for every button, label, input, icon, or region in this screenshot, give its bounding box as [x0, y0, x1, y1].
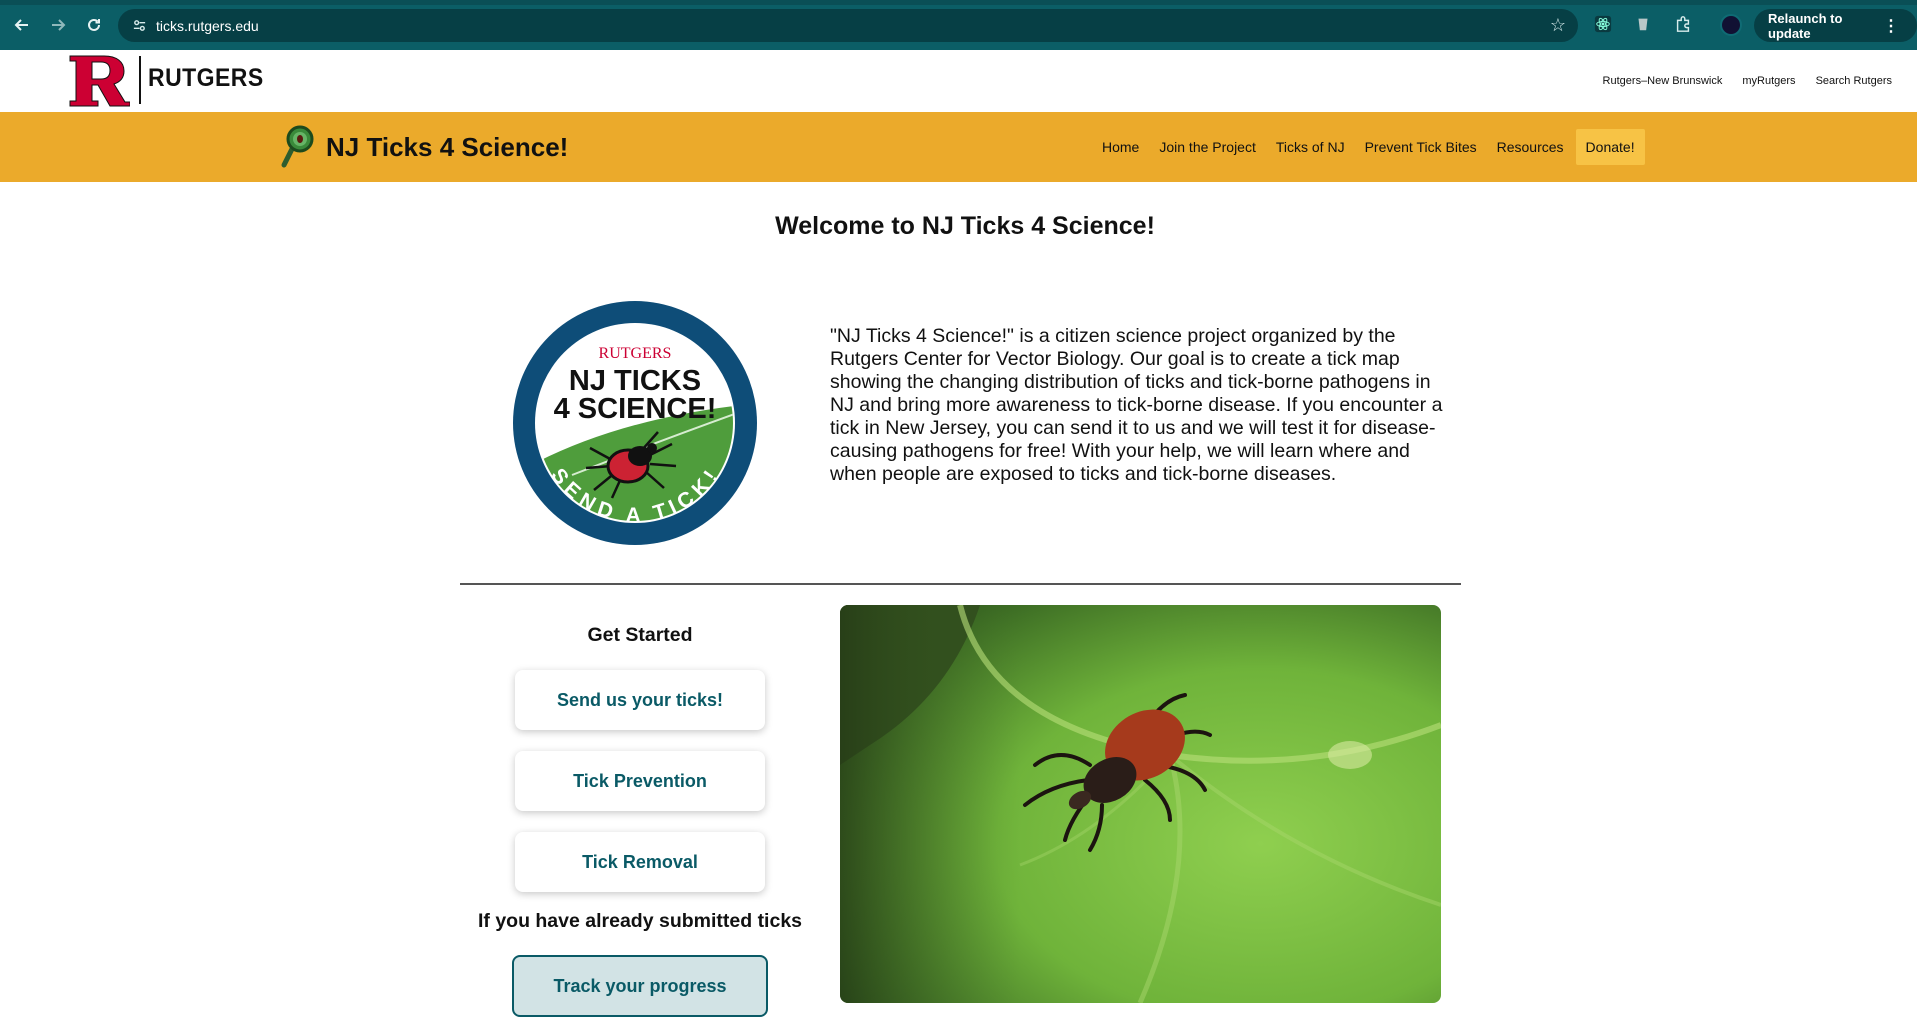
nj-ticks-badge: SEE A TICK? SEND A TICK! RUTGERS NJ TICK…: [513, 301, 757, 545]
magnifier-tick-logo[interactable]: [280, 125, 316, 169]
forward-icon[interactable]: [40, 7, 76, 43]
utility-link-search[interactable]: Search Rutgers: [1816, 75, 1892, 87]
menu-donate[interactable]: Donate!: [1575, 129, 1645, 165]
send-ticks-button[interactable]: Send us your ticks!: [515, 670, 765, 730]
browser-tab-strip: [0, 0, 1917, 5]
profile-avatar[interactable]: [1720, 14, 1742, 36]
rutgers-r-logo[interactable]: [68, 54, 130, 107]
site-title[interactable]: NJ Ticks 4 Science!: [326, 132, 568, 163]
tick-prevention-button[interactable]: Tick Prevention: [515, 751, 765, 811]
intro-paragraph: "NJ Ticks 4 Science!" is a citizen scien…: [830, 325, 1443, 485]
site-info-icon[interactable]: [122, 9, 156, 42]
bookmark-star-icon[interactable]: ☆: [1550, 16, 1566, 34]
extensions-puzzle-icon[interactable]: [1672, 13, 1694, 35]
already-submitted-heading: If you have already submitted ticks: [477, 910, 803, 932]
back-icon[interactable]: [4, 7, 40, 43]
get-started-heading: Get Started: [587, 624, 693, 646]
tick-removal-button[interactable]: Tick Removal: [515, 832, 765, 892]
main-menu: Home Join the Project Ticks of NJ Preven…: [1092, 129, 1645, 165]
tick-on-leaf-photo: [840, 605, 1441, 1003]
browser-toolbar: ticks.rutgers.edu ☆ Relaunch to update ⋮: [0, 0, 1917, 50]
url-text[interactable]: ticks.rutgers.edu: [156, 18, 259, 34]
page-title: Welcome to NJ Ticks 4 Science!: [775, 212, 1155, 240]
logo-divider: [139, 56, 141, 104]
menu-dots-icon[interactable]: ⋮: [1883, 16, 1899, 36]
track-progress-button[interactable]: Track your progress: [512, 955, 768, 1017]
utility-links: Rutgers–New Brunswick myRutgers Search R…: [1603, 75, 1892, 87]
reload-icon[interactable]: [76, 7, 112, 43]
menu-resources[interactable]: Resources: [1487, 129, 1574, 165]
relaunch-label: Relaunch to update: [1768, 10, 1843, 41]
rutgers-wordmark[interactable]: RUTGERS: [148, 64, 264, 93]
site-nav: NJ Ticks 4 Science! Home Join the Projec…: [0, 112, 1917, 182]
address-bar[interactable]: ticks.rutgers.edu ☆: [118, 9, 1578, 42]
section-divider: [460, 583, 1461, 585]
relaunch-button[interactable]: Relaunch to update ⋮: [1754, 9, 1917, 42]
extension-cup-icon[interactable]: [1632, 13, 1654, 35]
extension-react-icon[interactable]: [1592, 13, 1614, 35]
menu-prevent-tick-bites[interactable]: Prevent Tick Bites: [1355, 129, 1487, 165]
badge-brand: RUTGERS: [599, 345, 672, 362]
badge-line2: 4 SCIENCE!: [554, 393, 717, 425]
utility-link-myrutgers[interactable]: myRutgers: [1742, 75, 1795, 87]
rutgers-header: RUTGERS Rutgers–New Brunswick myRutgers …: [0, 50, 1917, 112]
menu-ticks-of-nj[interactable]: Ticks of NJ: [1266, 129, 1355, 165]
menu-join-project[interactable]: Join the Project: [1149, 129, 1266, 165]
utility-link-new-brunswick[interactable]: Rutgers–New Brunswick: [1603, 75, 1723, 87]
menu-home[interactable]: Home: [1092, 129, 1149, 165]
